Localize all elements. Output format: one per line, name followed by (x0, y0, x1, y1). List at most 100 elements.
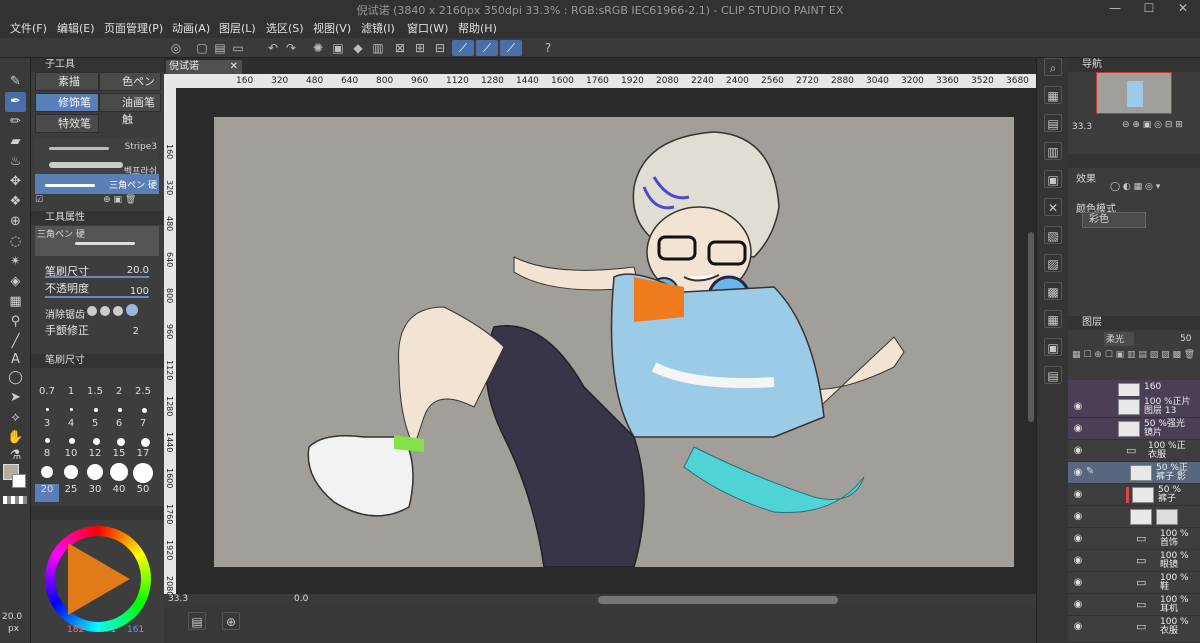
layer-folder[interactable]: ◉ ▭ 100 % 耳机 (1068, 594, 1200, 616)
clear-icon[interactable]: ▣ (330, 40, 346, 56)
visibility-eye-icon[interactable]: ◉ (1071, 489, 1085, 501)
menu-edit[interactable]: 编辑(E) (57, 20, 95, 36)
menu-animation[interactable]: 动画(A) (172, 20, 210, 36)
size-preset[interactable]: 4 (59, 418, 83, 436)
effect-buttons[interactable]: ◯ ◐ ▦ ◎ ▾ (1110, 182, 1160, 192)
size-preset[interactable]: 2.5 (131, 386, 155, 404)
subtool-actions[interactable]: ☑ ⊕ ▣ 🗑 (35, 195, 136, 205)
auto-action-icon[interactable]: ▣ (1044, 338, 1062, 356)
fill-tool-icon[interactable]: ◈ (5, 272, 26, 292)
snap-ruler-icon[interactable]: ⟋ (452, 40, 474, 56)
history-icon[interactable]: ▥ (1044, 142, 1062, 160)
loading-icon[interactable]: ✺ (310, 40, 326, 56)
open-file-icon[interactable]: ▤ (212, 40, 228, 56)
subtool-effect-pen[interactable]: 特效笔 (35, 114, 99, 133)
visibility-eye-icon[interactable]: ◉ (1071, 621, 1085, 633)
operation-tool-icon[interactable]: ➤ (5, 388, 26, 408)
size-preset[interactable]: 1 (59, 386, 83, 404)
navigator-zoom[interactable]: 33.3 (1072, 122, 1092, 132)
correction-tool-icon[interactable]: ⟡ (5, 408, 26, 428)
size-preset-selected[interactable]: 20 (35, 484, 59, 502)
menu-view[interactable]: 视图(V) (313, 20, 351, 36)
airbrush-tool-icon[interactable]: ❖ (5, 192, 26, 212)
brush-item[interactable]: Stripe3 (35, 138, 159, 158)
pencil-tool-icon[interactable]: ✏ (5, 112, 26, 132)
clip-studio-icon[interactable]: ◎ (168, 40, 184, 56)
menu-window[interactable]: 窗口(W) (407, 20, 448, 36)
preview-icon[interactable]: ▤ (1044, 366, 1062, 384)
item-bank-icon[interactable]: ▦ (1044, 310, 1062, 328)
magic-wand-icon[interactable]: ✴ (5, 252, 26, 272)
navigator-zoom-controls[interactable]: ⊖ ⊕ ▣ ◎ ⊟ ⊞ (1122, 120, 1183, 130)
move-tool-icon[interactable]: ✥ (5, 172, 26, 192)
brush-size-value[interactable]: 20.0 (121, 265, 149, 276)
snap-grid-icon[interactable]: ⟋ (500, 40, 522, 56)
menu-file[interactable]: 文件(F) (10, 20, 47, 36)
grid-tool-icon[interactable]: ⊕ (5, 212, 26, 232)
layer-row[interactable]: ◉ (1068, 506, 1200, 528)
lasso-tool-icon[interactable]: ◌ (5, 232, 26, 252)
menu-help[interactable]: 帮助(H) (458, 20, 497, 36)
new-file-icon[interactable]: ▢ (194, 40, 210, 56)
opacity-slider[interactable] (45, 296, 149, 298)
size-preset[interactable]: 2 (107, 386, 131, 404)
layer-property-icon[interactable]: ▤ (1044, 114, 1062, 132)
ruler-snap-icon[interactable]: ⊠ (392, 40, 408, 56)
subtool-sketch[interactable]: 素描 (35, 72, 99, 91)
menu-page[interactable]: 页面管理(P) (104, 20, 163, 36)
layer-row[interactable]: ◉ 100 %正片 图层 13 (1068, 396, 1200, 418)
vertical-scroll-thumb[interactable] (1028, 232, 1034, 422)
help-icon[interactable]: ? (540, 40, 556, 56)
menu-layer[interactable]: 图层(L) (219, 20, 256, 36)
size-preset[interactable]: 0.7 (35, 386, 59, 404)
size-preset[interactable]: 8 (35, 448, 59, 466)
page-icon[interactable]: ▤ (188, 612, 206, 630)
canvas-paper[interactable] (214, 117, 1014, 567)
layer-folder[interactable]: ◉ ▭ 100 % 衣服 (1068, 616, 1200, 643)
close-layer-icon[interactable]: ✕ (1044, 198, 1062, 216)
undo-icon[interactable]: ↶ (265, 40, 281, 56)
brush-item[interactable]: 벡프라쉬 (35, 156, 159, 177)
layer-row[interactable]: ◉ 50 %强光 镜片 (1068, 418, 1200, 440)
fill-icon[interactable]: ◆ (350, 40, 366, 56)
visibility-eye-icon[interactable]: ◉ (1071, 577, 1085, 589)
brush-tool-icon[interactable]: ✒ (5, 92, 26, 112)
layer-folder[interactable]: ◉ ▭ 100 % 眼镜 (1068, 550, 1200, 572)
balloon-tool-icon[interactable]: ◯ (5, 368, 26, 388)
color-mode-select[interactable]: 彩色 (1082, 212, 1146, 228)
save-icon[interactable]: ▭ (230, 40, 246, 56)
visibility-eye-icon[interactable]: ◉ (1071, 599, 1085, 611)
gradient-tool-icon[interactable]: ▦ (5, 292, 26, 312)
subview-icon[interactable]: ▧ (1044, 226, 1062, 244)
animation-icon[interactable]: ▨ (1044, 254, 1062, 272)
stabilize-value[interactable]: 2 (121, 326, 139, 337)
size-preset[interactable]: 40 (107, 484, 131, 502)
subtool-retouch[interactable]: 修饰笔 (35, 93, 99, 112)
color-wheel[interactable] (45, 526, 151, 632)
zoom-value[interactable]: 33.3 (168, 594, 188, 604)
size-preset[interactable]: 3 (35, 418, 59, 436)
sub-color-swatch[interactable] (12, 474, 26, 488)
maximize-button[interactable]: ☐ (1132, 1, 1166, 17)
layer-folder[interactable]: ◉ ▭ 100 %正 衣服 (1068, 440, 1200, 462)
layer-tools[interactable]: ▦ ☐ ⊕ ☐ ▣ ▥ ▤ ▧ ▨ ▩ 🗑 (1072, 350, 1195, 360)
eraser-tool-icon[interactable]: ▰ (5, 132, 26, 152)
transparent-color-icon[interactable] (3, 496, 27, 504)
perspective-icon[interactable]: ⊟ (432, 40, 448, 56)
layer-row-selected[interactable]: ◉ ✎ 50 %正 裤子 影 (1068, 462, 1200, 484)
figure-tool-icon[interactable]: ⚲ (5, 312, 26, 332)
rotation-value[interactable]: 0.0 (294, 594, 308, 604)
visibility-eye-icon[interactable]: ◉ (1071, 533, 1085, 545)
document-tab[interactable]: 倪试诺 ✕ (166, 60, 242, 74)
minimize-button[interactable]: — (1098, 1, 1132, 17)
visibility-eye-icon[interactable]: ◉ (1071, 401, 1085, 413)
antialias-selector[interactable] (87, 304, 149, 318)
size-preset[interactable]: 25 (59, 484, 83, 502)
hand-tool-icon[interactable]: ✋ (5, 428, 26, 448)
material-icon[interactable]: ▦ (1044, 86, 1062, 104)
quick-access-icon[interactable]: ▩ (1044, 282, 1062, 300)
visibility-eye-icon[interactable]: ◉ (1071, 555, 1085, 567)
visibility-eye-icon[interactable]: ◉ (1071, 423, 1085, 435)
blend-tool-icon[interactable]: ♨ (5, 152, 26, 172)
close-tab-icon[interactable]: ✕ (230, 60, 238, 74)
